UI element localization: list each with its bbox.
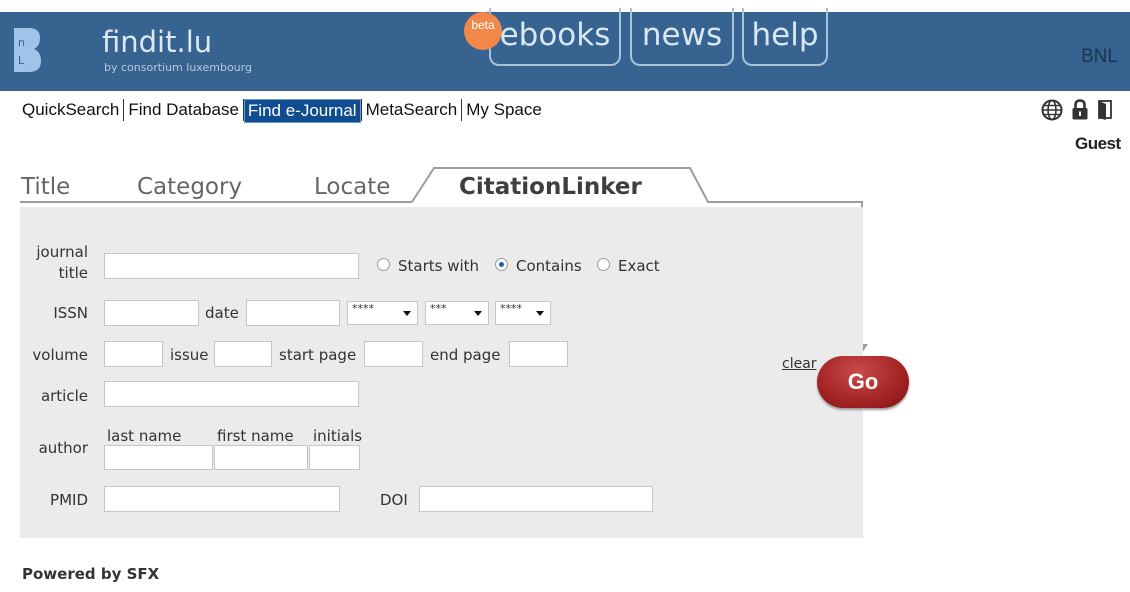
journal-title-label-line1: journal [36, 243, 88, 261]
tab-category[interactable]: Category [137, 174, 242, 200]
starts-with-label[interactable]: Starts with [398, 257, 479, 275]
article-input[interactable] [104, 381, 359, 407]
svg-text:n: n [18, 36, 25, 49]
doi-label: DOI [380, 491, 408, 509]
volume-label: volume [32, 346, 88, 364]
go-button[interactable]: Go [817, 356, 909, 408]
brand-subtitle: by consortium luxembourg [104, 61, 252, 74]
nav-quicksearch[interactable]: QuickSearch [22, 99, 123, 123]
exact-radio[interactable] [597, 258, 610, 271]
initials-label: initials [313, 427, 363, 445]
ebooks-link[interactable]: ebooks [489, 8, 621, 66]
tab-locate[interactable]: Locate [314, 174, 390, 200]
site-header: n L findit.lu by consortium luxembourg e… [0, 8, 1130, 91]
nav-my-space[interactable]: My Space [462, 99, 546, 123]
day-select-value: **** [500, 302, 522, 315]
lock-icon[interactable] [1071, 99, 1089, 126]
nav-find-ejournal[interactable]: Find e-Journal [243, 99, 361, 123]
chevron-down-icon [536, 311, 544, 316]
doi-input[interactable] [419, 486, 653, 512]
user-name: Guest [1075, 134, 1121, 153]
tab-title[interactable]: Title [21, 174, 70, 200]
svg-text:L: L [18, 54, 25, 67]
news-link[interactable]: news [630, 8, 734, 66]
utility-icons [1041, 99, 1113, 126]
article-label: article [40, 387, 88, 405]
chevron-down-icon [474, 311, 482, 316]
pmid-label: PMID [50, 491, 88, 509]
exact-label[interactable]: Exact [618, 257, 660, 275]
chevron-down-icon [403, 311, 411, 316]
last-name-label: last name [107, 427, 182, 445]
day-select[interactable]: **** [495, 301, 551, 325]
institution-label: BNL [1081, 46, 1118, 67]
end-page-input[interactable] [509, 341, 568, 367]
journal-title-label-line2: title [58, 264, 88, 282]
month-select[interactable]: *** [425, 301, 489, 325]
first-name-input[interactable] [214, 445, 308, 470]
main-nav: QuickSearch Find Database Find e-Journal… [22, 99, 546, 123]
help-link[interactable]: help [742, 8, 828, 66]
issn-input[interactable] [104, 300, 199, 326]
issue-input[interactable] [214, 341, 272, 367]
nav-metasearch[interactable]: MetaSearch [362, 99, 462, 123]
first-name-label: first name [217, 427, 294, 445]
month-select-value: *** [430, 302, 447, 315]
author-label: author [38, 439, 88, 457]
bnl-logo-icon[interactable]: n L [12, 26, 42, 74]
brand-title[interactable]: findit.lu [102, 26, 212, 58]
contains-radio[interactable] [495, 258, 508, 271]
date-label: date [205, 304, 239, 322]
pmid-input[interactable] [104, 486, 340, 512]
volume-input[interactable] [104, 341, 163, 367]
globe-icon[interactable] [1041, 99, 1063, 126]
tab-citationlinker[interactable]: CitationLinker [459, 174, 642, 200]
clear-link[interactable]: clear [782, 356, 817, 372]
start-page-input[interactable] [364, 341, 423, 367]
initials-input[interactable] [309, 445, 360, 470]
end-page-label: end page [430, 346, 501, 364]
last-name-input[interactable] [104, 445, 213, 470]
contains-label[interactable]: Contains [516, 257, 582, 275]
issue-label: issue [170, 346, 209, 364]
nav-find-database[interactable]: Find Database [124, 99, 243, 123]
year-select-value: **** [352, 302, 374, 315]
date-input[interactable] [246, 300, 340, 326]
journal-title-input[interactable] [104, 253, 359, 279]
start-page-label: start page [279, 346, 357, 364]
powered-by-text: Powered by SFX [22, 565, 160, 583]
issn-label: ISSN [53, 304, 88, 322]
beta-badge: beta [464, 12, 502, 50]
year-select[interactable]: **** [347, 301, 418, 325]
starts-with-radio[interactable] [377, 258, 390, 271]
logout-door-icon[interactable] [1097, 99, 1113, 126]
